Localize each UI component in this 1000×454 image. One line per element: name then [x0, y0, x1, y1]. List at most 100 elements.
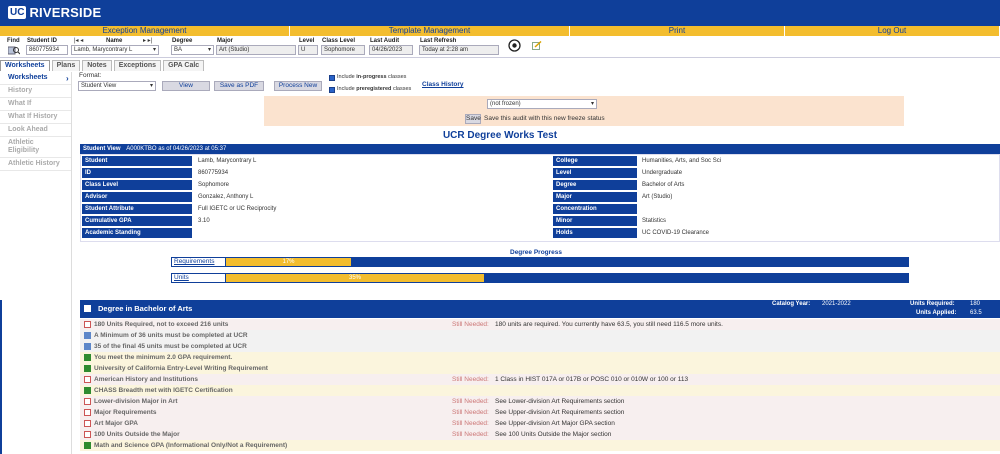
requirement-row[interactable]: Math and Science GPA (Informational Only… [80, 440, 1000, 451]
catalog-year-value: 2021-2022 [822, 301, 851, 307]
sidebar-item-athletic-history[interactable]: Athletic History [0, 158, 71, 171]
requirement-row[interactable]: CHASS Breadth met with IGETC Certificati… [80, 385, 1000, 396]
still-needed-label: Still Needed: [452, 420, 489, 427]
logo-name: RIVERSIDE [29, 5, 102, 20]
requirement-note: 180 units are required. You currently ha… [495, 321, 723, 328]
requirement-label: Art Major GPA [94, 420, 138, 427]
requirement-status-icon [84, 442, 91, 449]
process-new-button[interactable]: Process New [274, 81, 322, 91]
last-refresh-label: Last Refresh [420, 38, 457, 44]
tab-gpa-calc[interactable]: GPA Calc [163, 60, 205, 71]
info-value-student-attribute: Full IGETC or UC Reciprocity [198, 206, 277, 212]
requirement-row[interactable]: American History and Institutions Still … [80, 374, 1000, 385]
chevron-down-icon: ▾ [149, 83, 153, 89]
freeze-save-text: Save this audit with this new freeze sta… [484, 115, 605, 122]
next-record-icon[interactable]: ▸ ▸| [143, 37, 152, 44]
info-label-advisor: Advisor [82, 192, 192, 202]
info-label-class-level: Class Level [82, 180, 192, 190]
catalog-year-label: Catalog Year: [772, 301, 811, 307]
tab-plans[interactable]: Plans [51, 60, 81, 71]
requirement-row[interactable]: 35 of the final 45 units must be complet… [80, 341, 1000, 352]
sidebar-item-what-if[interactable]: What If [0, 98, 71, 111]
requirement-row[interactable]: University of California Entry-Level Wri… [80, 363, 1000, 374]
requirement-label: American History and Institutions [94, 376, 199, 383]
degree-select[interactable]: BA ▾ [171, 45, 214, 55]
student-name-select[interactable]: Lamb, Marycontrary L ▾ [71, 45, 159, 55]
format-controls: Format: Student View ▾ View Save as PDF … [78, 72, 500, 96]
menu-template-management[interactable]: Template Management [290, 26, 570, 36]
menu-exception-management[interactable]: Exception Management [0, 26, 290, 36]
include-inprogress-checkbox[interactable] [329, 75, 335, 81]
requirement-status-icon [84, 387, 91, 394]
requirement-row[interactable]: 180 Units Required, not to exceed 216 un… [80, 319, 1000, 330]
sidebar-item-what-if-history[interactable]: What If History [0, 111, 71, 124]
requirement-label: University of California Entry-Level Wri… [94, 365, 268, 372]
page-title: UCR Degree Works Test [442, 130, 558, 141]
tab-notes[interactable]: Notes [82, 60, 112, 71]
sidebar-item-history[interactable]: History [0, 85, 71, 98]
main-menu: Exception Management Template Management… [0, 26, 1000, 36]
requirements-progress-pct: 17% [282, 259, 295, 265]
requirement-row[interactable]: Art Major GPA Still Needed: See Upper-di… [80, 418, 1000, 429]
edit-icon[interactable] [532, 40, 542, 50]
freeze-save-button[interactable]: Save [465, 114, 481, 124]
info-value-level: Undergraduate [642, 170, 683, 176]
requirements-list: 180 Units Required, not to exceed 216 un… [80, 318, 1000, 454]
requirement-label: Lower-division Major in Art [94, 398, 178, 405]
menu-print[interactable]: Print [570, 26, 785, 36]
requirement-row[interactable]: Lower-division Major in Art Still Needed… [80, 396, 1000, 407]
info-label-student: Student [82, 156, 192, 166]
still-needed-label: Still Needed: [452, 409, 489, 416]
requirement-note: See Lower-division Art Requirements sect… [495, 398, 625, 405]
requirement-row[interactable]: 100 Units Outside the Major Still Needed… [80, 429, 1000, 440]
class-history-link[interactable]: Class History [422, 81, 464, 88]
chevron-down-icon: ▾ [152, 47, 156, 53]
requirement-row[interactable]: You meet the minimum 2.0 GPA requirement… [80, 352, 1000, 363]
include-preregistered-checkbox[interactable] [329, 87, 335, 93]
student-view-detail: A000KTBO as of 04/26/2023 at 05:37 [126, 146, 227, 152]
requirement-status-icon [84, 321, 91, 328]
view-button[interactable]: View [162, 81, 210, 91]
name-label: Name [106, 38, 123, 44]
units-progress-label[interactable]: Units [171, 273, 226, 283]
sidebar-item-worksheets[interactable]: Worksheets [0, 72, 71, 85]
class-level-field: Sophomore [321, 45, 365, 55]
chevron-right-icon: › [66, 74, 69, 83]
info-label-academic-standing: Academic Standing [82, 228, 192, 238]
menu-log-out[interactable]: Log Out [785, 26, 1000, 36]
requirement-row[interactable]: A Minimum of 36 units must be completed … [80, 330, 1000, 341]
info-label-minor: Minor [553, 216, 637, 226]
chevron-down-icon: ▾ [207, 47, 211, 53]
requirement-label: You meet the minimum 2.0 GPA requirement… [94, 354, 233, 361]
chevron-down-icon: ▾ [590, 101, 594, 107]
info-value-major: Art (Studio) [642, 194, 673, 200]
units-applied-label: Units Applied: [916, 310, 957, 316]
requirement-label: 35 of the final 45 units must be complet… [94, 343, 247, 350]
units-progress-bar: Units 35% [171, 273, 909, 283]
requirement-label: 100 Units Outside the Major [94, 431, 180, 438]
requirement-row[interactable]: Major Requirements Still Needed: See Upp… [80, 407, 1000, 418]
find-icon[interactable] [7, 46, 21, 55]
logo-uc: UC [8, 6, 27, 19]
info-value-student: Lamb, Marycontrary L [198, 158, 257, 164]
class-level-label: Class Level [322, 38, 356, 44]
requirement-status-icon [84, 332, 91, 339]
format-select[interactable]: Student View ▾ [78, 81, 156, 91]
requirements-progress-label[interactable]: Requirements [171, 257, 226, 267]
requirement-status-icon [84, 431, 91, 438]
first-record-icon[interactable]: |◂ ◂ [74, 37, 83, 44]
degree-progress-title: Degree Progress [510, 249, 563, 256]
last-audit-label: Last Audit [370, 38, 400, 44]
freeze-select[interactable]: (not frozen) ▾ [487, 99, 597, 109]
save-as-pdf-button[interactable]: Save as PDF [214, 81, 264, 91]
tab-worksheets[interactable]: Worksheets [0, 60, 50, 71]
degree-block-title: Degree in Bachelor of Arts [98, 304, 193, 313]
units-required-label: Units Required: [910, 301, 955, 307]
requirements-progress-bar: Requirements 17% [171, 257, 909, 267]
tab-exceptions[interactable]: Exceptions [113, 60, 162, 71]
left-edge-bar [0, 300, 2, 454]
requirement-note: See Upper-division Art Major GPA section [495, 420, 615, 427]
student-id-field[interactable]: 860775934 [26, 45, 68, 55]
include-preregistered-label: Include preregistered classes [337, 86, 412, 92]
refresh-icon[interactable] [508, 39, 521, 52]
